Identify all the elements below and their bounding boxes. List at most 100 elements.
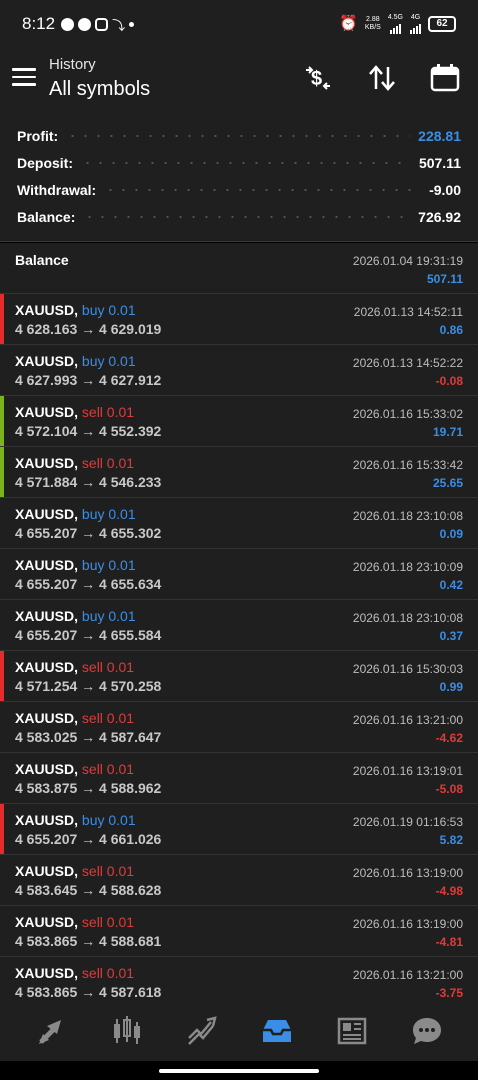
summary-label: Balance: xyxy=(17,209,76,225)
deal-prices: 4 583.645 → 4 588.628 xyxy=(15,882,162,898)
deal-symbol-line: XAUUSD, buy 0.01 xyxy=(15,302,136,318)
deal-row[interactable]: XAUUSD, buy 0.01 4 655.207 → 4 661.026 202… xyxy=(0,804,478,855)
deal-indicator-bar xyxy=(0,600,4,650)
deal-symbol: XAUUSD, xyxy=(15,914,79,930)
message-icon xyxy=(61,17,75,31)
deal-profit: -0.08 xyxy=(435,374,463,388)
calendar-icon[interactable] xyxy=(429,62,461,94)
deal-side: sell 0.01 xyxy=(81,863,135,879)
deal-side: sell 0.01 xyxy=(81,455,135,471)
dotted-leader xyxy=(104,189,422,191)
deal-profit: 5.82 xyxy=(439,833,463,847)
net-type-1: 4.5G xyxy=(387,14,403,21)
deal-prices: 4 583.875 → 4 588.962 xyxy=(15,780,162,796)
instagram-icon xyxy=(95,17,109,31)
deal-indicator-bar xyxy=(0,906,4,956)
deal-symbol-line: XAUUSD, sell 0.01 xyxy=(15,659,134,675)
deal-time: 2026.01.16 15:30:03 xyxy=(352,662,463,676)
deal-indicator-bar xyxy=(0,498,4,548)
status-right: ⏰ 2.88 KB/S 4.5G 4G 62 xyxy=(339,14,456,34)
news-icon xyxy=(337,1017,366,1045)
balance-operation-row[interactable]: Balance 2026.01.04 19:31:19 507.11 xyxy=(0,243,478,294)
nav-chat[interactable] xyxy=(407,1011,447,1051)
deal-row[interactable]: XAUUSD, buy 0.01 4 655.207 → 4 655.634 202… xyxy=(0,549,478,600)
deal-side: buy 0.01 xyxy=(81,302,136,318)
deal-prices: 4 583.865 → 4 587.618 xyxy=(15,984,162,1000)
page-title[interactable]: All symbols xyxy=(49,78,150,101)
summary-row-deposit: Deposit: 507.11 xyxy=(17,151,461,175)
deal-row[interactable]: XAUUSD, sell 0.01 4 571.254 → 4 570.258 20… xyxy=(0,651,478,702)
deal-row[interactable]: XAUUSD, sell 0.01 4 583.645 → 4 588.628 20… xyxy=(0,855,478,906)
deal-row[interactable]: XAUUSD, sell 0.01 4 583.025 → 4 587.647 20… xyxy=(0,702,478,753)
more-notifications-icon xyxy=(129,21,135,27)
deal-symbol: XAUUSD, xyxy=(15,608,79,624)
deal-prices: 4 655.207 → 4 655.634 xyxy=(15,576,162,592)
deal-profit: 0.99 xyxy=(439,680,463,694)
nav-chart[interactable] xyxy=(107,1011,147,1051)
home-indicator[interactable] xyxy=(159,1069,319,1073)
missed-call-icon: ⤵ xyxy=(112,17,126,33)
dotted-leader xyxy=(83,216,411,218)
deal-profit: -4.81 xyxy=(435,935,463,949)
deal-prices: 4 655.207 → 4 661.026 xyxy=(15,831,162,847)
deal-indicator-bar xyxy=(0,804,4,854)
summary-row-balance: Balance: 726.92 xyxy=(17,205,461,229)
deal-symbol: XAUUSD, xyxy=(15,761,79,777)
deal-symbol: XAUUSD, xyxy=(15,812,79,828)
deal-symbol: XAUUSD, xyxy=(15,353,79,369)
deal-symbol-line: XAUUSD, sell 0.01 xyxy=(15,761,134,777)
nav-quotes[interactable] xyxy=(32,1011,72,1051)
chat-icon xyxy=(412,1018,441,1044)
deal-symbol-line: XAUUSD, buy 0.01 xyxy=(15,608,136,624)
deal-symbol: XAUUSD, xyxy=(15,710,79,726)
deal-row[interactable]: XAUUSD, sell 0.01 4 583.875 → 4 588.962 20… xyxy=(0,753,478,804)
status-bar: 8:12 ⤵ ⏰ 2.88 KB/S 4.5G 4G 62 xyxy=(0,0,478,48)
deal-row[interactable]: XAUUSD, buy 0.01 4 655.207 → 4 655.302 202… xyxy=(0,498,478,549)
deal-indicator-bar xyxy=(0,702,4,752)
sort-icon[interactable] xyxy=(366,62,398,94)
status-time: 8:12 xyxy=(22,14,56,33)
deal-indicator-bar xyxy=(0,294,4,344)
deal-time: 2026.01.13 14:52:22 xyxy=(352,356,463,370)
currency-swap-icon[interactable]: $ xyxy=(302,62,334,94)
deals-list: Balance 2026.01.04 19:31:19 507.11 XAUUS… xyxy=(0,243,478,1008)
deal-indicator-bar xyxy=(0,345,4,395)
deal-row[interactable]: XAUUSD, sell 0.01 4 583.865 → 4 588.681 20… xyxy=(0,906,478,957)
dotted-leader xyxy=(66,135,411,137)
nav-news[interactable] xyxy=(332,1011,372,1051)
deal-prices: 4 628.163 → 4 629.019 xyxy=(15,321,162,337)
deal-time: 2026.01.18 23:10:08 xyxy=(352,509,463,523)
deal-side: buy 0.01 xyxy=(81,506,136,522)
net-type-2: 4G xyxy=(410,14,421,21)
deal-indicator-bar xyxy=(0,753,4,803)
deal-prices: 4 655.207 → 4 655.302 xyxy=(15,525,162,541)
deal-symbol-line: XAUUSD, sell 0.01 xyxy=(15,965,134,981)
nav-history[interactable] xyxy=(257,1011,297,1051)
deal-symbol: XAUUSD, xyxy=(15,455,79,471)
deal-indicator-bar xyxy=(0,651,4,701)
deal-row[interactable]: XAUUSD, buy 0.01 4 628.163 → 4 629.019 202… xyxy=(0,294,478,345)
deal-symbol-line: XAUUSD, buy 0.01 xyxy=(15,506,136,522)
deal-side: sell 0.01 xyxy=(81,914,135,930)
deal-indicator-bar xyxy=(0,957,4,1007)
deal-symbol-line: XAUUSD, buy 0.01 xyxy=(15,812,136,828)
deal-prices: 4 583.865 → 4 588.681 xyxy=(15,933,162,949)
deal-symbol: XAUUSD, xyxy=(15,404,79,420)
deal-row[interactable]: XAUUSD, buy 0.01 4 655.207 → 4 655.584 202… xyxy=(0,600,478,651)
notification-icons: ⤵ xyxy=(61,15,135,34)
deal-profit: -5.08 xyxy=(435,782,463,796)
deal-time: 2026.01.18 23:10:09 xyxy=(352,560,463,574)
menu-icon[interactable] xyxy=(12,68,36,86)
deal-row[interactable]: XAUUSD, buy 0.01 4 627.993 → 4 627.912 202… xyxy=(0,345,478,396)
deal-profit: 19.71 xyxy=(432,425,463,439)
net-speed-value: 2.88 xyxy=(366,16,380,23)
deal-side: sell 0.01 xyxy=(81,404,135,420)
deal-row[interactable]: XAUUSD, sell 0.01 4 571.884 → 4 546.233 20… xyxy=(0,447,478,498)
summary-label: Withdrawal: xyxy=(17,182,97,198)
deal-side: buy 0.01 xyxy=(81,608,136,624)
nav-trade[interactable] xyxy=(182,1011,222,1051)
deal-time: 2026.01.18 23:10:08 xyxy=(352,611,463,625)
signal-bars-1-icon xyxy=(389,22,401,34)
deal-prices: 4 571.254 → 4 570.258 xyxy=(15,678,162,694)
deal-row[interactable]: XAUUSD, sell 0.01 4 572.104 → 4 552.392 20… xyxy=(0,396,478,447)
